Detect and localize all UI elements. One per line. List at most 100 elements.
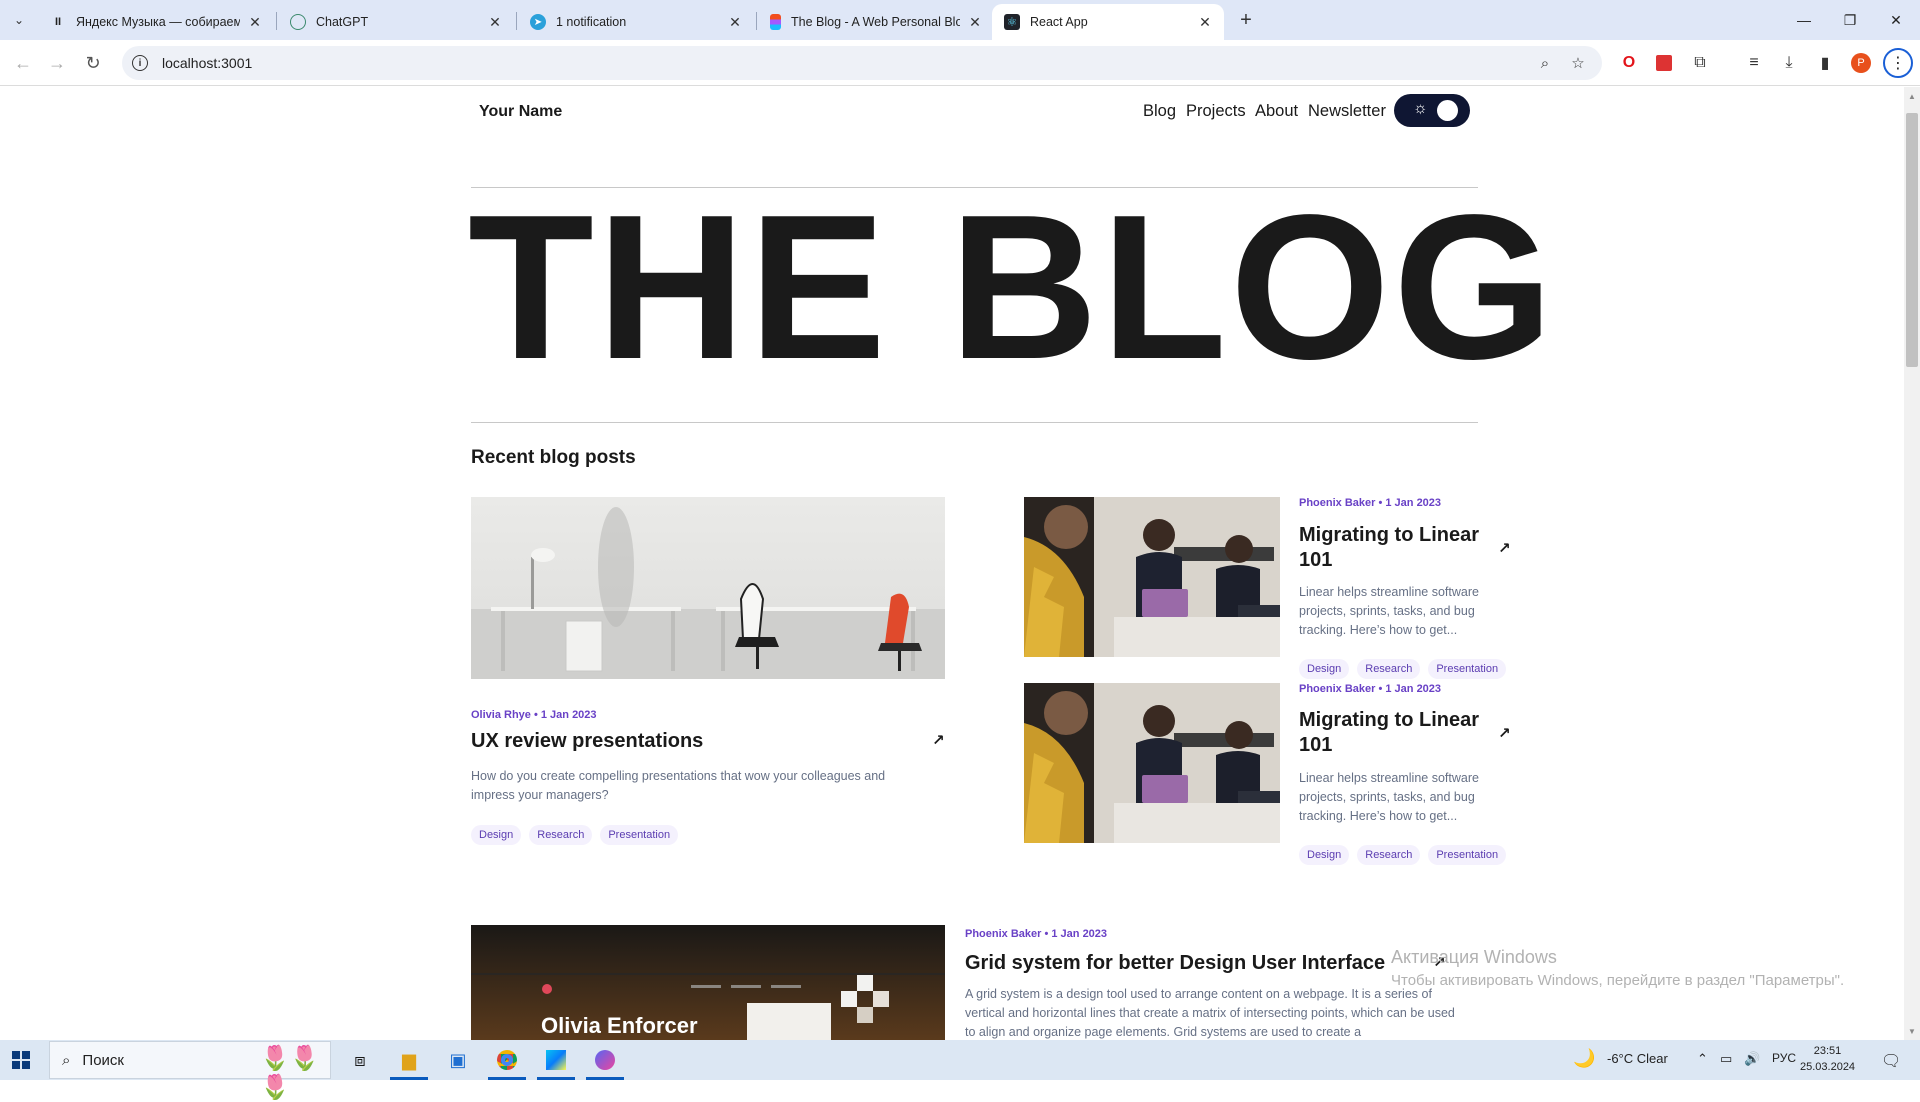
extension-icon[interactable] (1652, 51, 1676, 75)
scroll-down-icon[interactable]: ▼ (1906, 1024, 1918, 1038)
address-bar[interactable]: i localhost:3001 ⌕ ☆ (122, 46, 1602, 80)
taskbar-search-label: Поиск (82, 1051, 124, 1069)
url-text[interactable]: localhost:3001 (162, 55, 252, 71)
weather-text[interactable]: -6°C Clear (1607, 1051, 1668, 1066)
side-post-image[interactable] (1024, 683, 1280, 843)
post-description: Linear helps streamline software project… (1299, 585, 1479, 637)
arrow-up-right-icon[interactable]: ↗ (1498, 724, 1511, 742)
close-tab-icon[interactable]: ✕ (966, 13, 984, 31)
close-window-button[interactable]: ✕ (1873, 0, 1919, 40)
zoom-icon[interactable]: ⌕ (1536, 54, 1554, 72)
search-icon: ⌕ (62, 1051, 71, 1069)
forward-icon[interactable]: → (42, 48, 72, 78)
tab-title: The Blog - A Web Personal Blog (791, 15, 960, 29)
post-title[interactable]: Migrating to Linear 101 (1299, 523, 1489, 573)
discord-icon[interactable] (590, 1045, 620, 1075)
scrollbar-thumb[interactable] (1906, 113, 1918, 367)
chevron-up-icon[interactable]: ⌃ (1697, 1051, 1708, 1067)
scroll-up-icon[interactable]: ▲ (1906, 89, 1918, 103)
clock-time: 23:51 (1813, 1045, 1842, 1057)
side-post-image[interactable] (1024, 497, 1280, 657)
opera-extension-icon[interactable]: O (1617, 51, 1641, 75)
post-title[interactable]: Migrating to Linear 101 (1299, 708, 1489, 758)
post-description: A grid system is a design tool used to a… (965, 987, 1455, 1039)
media-control-icon[interactable]: ≡ (1742, 51, 1766, 75)
moon-weather-icon[interactable]: 🌙 (1573, 1048, 1595, 1069)
tag-design[interactable]: Design (471, 825, 522, 845)
taskbar-search[interactable]: ⌕ Поиск 🌷🌷🌷 (49, 1041, 331, 1101)
tab-yandex-music[interactable]: II Яндекс Музыка — собираем м ✕ (38, 4, 274, 40)
theme-toggle[interactable]: ☼ (1394, 94, 1470, 127)
chrome-icon[interactable] (492, 1045, 522, 1075)
sun-icon: ☼ (1413, 100, 1428, 117)
toggle-knob (1437, 100, 1458, 121)
tag-presentation[interactable]: Presentation (600, 825, 679, 845)
wide-post-image[interactable]: Olivia Enforcer (471, 925, 945, 1040)
telegram-icon: ➤ (530, 14, 546, 30)
back-icon[interactable]: ← (8, 48, 38, 78)
task-view-icon[interactable]: ⧈ (345, 1045, 375, 1075)
tab-the-blog[interactable]: The Blog - A Web Personal Blog ✕ (758, 4, 994, 40)
close-tab-icon[interactable]: ✕ (486, 13, 504, 31)
nav-link-projects[interactable]: Projects (1186, 102, 1246, 121)
nav-link-blog[interactable]: Blog (1143, 102, 1176, 121)
divider-bottom (471, 422, 1478, 423)
featured-post-image[interactable] (471, 497, 945, 679)
tab-search-dropdown-icon[interactable]: ⌄ (6, 8, 32, 32)
file-explorer-icon[interactable]: ▆ (394, 1045, 424, 1075)
tab-chatgpt[interactable]: ChatGPT ✕ (278, 4, 514, 40)
post-description: How do you create compelling presentatio… (471, 769, 886, 802)
tag-research[interactable]: Research (1357, 845, 1421, 865)
webstorm-icon[interactable] (541, 1045, 571, 1075)
store-icon[interactable]: ▣ (443, 1045, 473, 1075)
figma-icon (770, 14, 781, 30)
windows-start-icon[interactable] (12, 1051, 30, 1069)
clock-date: 25.03.2024 (1800, 1061, 1856, 1073)
post-meta: Olivia Rhye • 1 Jan 2023 (471, 709, 597, 721)
volume-icon[interactable]: 🔊 (1744, 1051, 1760, 1067)
post-tags: Design Research Presentation (1299, 845, 1507, 865)
nav-link-about[interactable]: About (1255, 102, 1298, 121)
clock[interactable]: 23:51 25.03.2024 (1800, 1043, 1855, 1075)
browser-menu-icon[interactable]: ⋮ (1883, 48, 1913, 78)
profile-avatar[interactable]: P (1851, 53, 1871, 73)
side-panel-icon[interactable]: ▮ (1813, 51, 1837, 75)
nav-link-newsletter[interactable]: Newsletter (1308, 102, 1386, 121)
wide-post-image-caption: Olivia Enforcer (541, 1013, 698, 1038)
reload-icon[interactable]: ↻ (78, 48, 108, 78)
network-icon[interactable]: ▭ (1720, 1051, 1732, 1067)
minimize-button[interactable]: — (1781, 0, 1827, 40)
tulips-icon: 🌷🌷🌷 (260, 1045, 320, 1101)
arrow-up-right-icon[interactable]: ↗ (932, 731, 945, 749)
tab-title: React App (1030, 15, 1088, 29)
download-icon[interactable]: ⤓ (1777, 51, 1801, 75)
hero-title: THE BLOG (468, 172, 1557, 402)
close-tab-icon[interactable]: ✕ (246, 13, 264, 31)
tag-design[interactable]: Design (1299, 845, 1350, 865)
arrow-up-right-icon[interactable]: ↗ (1498, 539, 1511, 557)
post-title[interactable]: Grid system for better Design User Inter… (965, 951, 1425, 976)
close-tab-icon[interactable]: ✕ (726, 13, 744, 31)
tag-research[interactable]: Research (529, 825, 593, 845)
tag-design[interactable]: Design (1299, 659, 1350, 679)
site-info-icon[interactable]: i (132, 55, 148, 71)
pause-icon: II (54, 16, 62, 28)
react-icon: ⚛ (1004, 14, 1020, 30)
tab-telegram[interactable]: ➤ 1 notification ✕ (518, 4, 754, 40)
language-indicator[interactable]: РУС (1772, 1051, 1796, 1065)
new-tab-button[interactable]: + (1233, 8, 1259, 32)
tab-title: ChatGPT (316, 15, 369, 29)
post-tags: Design Research Presentation (1299, 659, 1507, 679)
tag-presentation[interactable]: Presentation (1428, 659, 1507, 679)
tab-react-app[interactable]: ⚛ React App ✕ (992, 4, 1224, 40)
restore-button[interactable]: ❐ (1827, 0, 1873, 40)
tag-research[interactable]: Research (1357, 659, 1421, 679)
post-title[interactable]: UX review presentations (471, 729, 891, 754)
bookmark-star-icon[interactable]: ☆ (1569, 54, 1587, 72)
close-tab-icon[interactable]: ✕ (1196, 13, 1214, 31)
site-name[interactable]: Your Name (479, 103, 562, 121)
browser-tab-strip: ⌄ II Яндекс Музыка — собираем м ✕ ChatGP… (0, 0, 1920, 40)
notifications-icon[interactable]: 🗨 (1881, 1051, 1901, 1071)
extensions-puzzle-icon[interactable]: ⧉ (1688, 51, 1712, 75)
tag-presentation[interactable]: Presentation (1428, 845, 1507, 865)
